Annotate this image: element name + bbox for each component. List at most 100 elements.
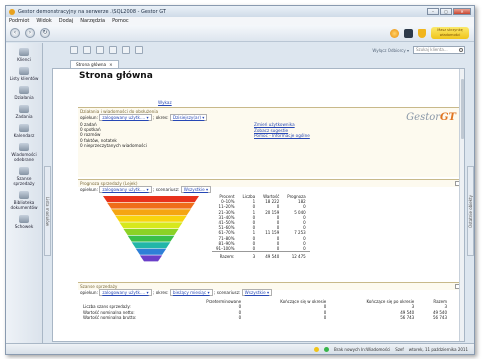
funnel-segment xyxy=(119,222,183,229)
modules-list-tab[interactable]: Lista modułów xyxy=(44,166,51,256)
maximize-button[interactable]: ▢ xyxy=(440,8,452,15)
help-link[interactable]: Pomoc - Informacje ogólne xyxy=(254,133,310,139)
recent-objects-tab[interactable]: Ostatnie obiekty xyxy=(467,166,474,256)
funnel-segment xyxy=(103,196,199,202)
delete-icon[interactable] xyxy=(96,46,104,54)
opiekun-label: opiekun: xyxy=(80,187,98,192)
sales-funnel-chart xyxy=(103,196,199,262)
scenariusz-label: ; scenariusz: xyxy=(153,187,180,192)
close-button[interactable]: ✕ xyxy=(453,8,471,15)
menu-widok[interactable]: Widok xyxy=(36,18,51,24)
menu-dodaj[interactable]: Dodaj xyxy=(59,18,74,24)
print-icon[interactable] xyxy=(109,46,117,54)
navigation-bar: ‹ › ↻ Masz skrzynkę wiadomości xyxy=(6,25,474,42)
actions-summary-list: 0 zadań 0 spotkań 0 rozmów 0 faktów, not… xyxy=(80,122,147,148)
shield-icon[interactable] xyxy=(418,28,426,38)
message-badge[interactable]: Masz skrzynkę wiadomości xyxy=(431,27,469,39)
table-cell: Razem: xyxy=(212,250,239,259)
actions-icon xyxy=(19,86,29,94)
tab-strona-glowna[interactable]: Strona główna × xyxy=(70,60,119,68)
settings-icon[interactable] xyxy=(135,46,143,54)
back-icon[interactable]: ‹ xyxy=(10,28,20,38)
forecast-panel: Prognoza sprzedaży (Lejek) opiekun: zalo… xyxy=(78,179,462,279)
funnel-segment xyxy=(111,209,191,216)
scrollbar-thumb[interactable] xyxy=(461,79,464,139)
sidebar-item-label: Zadania xyxy=(15,114,33,119)
scenariusz-dropdown[interactable]: Wszystkie ▾ xyxy=(241,289,273,296)
table-cell: 49 540 xyxy=(259,250,284,259)
sidebar-item-szanse[interactable]: Szanse sprzedaży xyxy=(6,167,42,186)
sidebar-item-label: Wiadomości odebrane xyxy=(11,152,37,162)
table-cell: 0 xyxy=(238,315,242,320)
attach-icon[interactable] xyxy=(122,46,130,54)
opiekun-dropdown[interactable]: zalogowany użytk.... ▾ xyxy=(99,114,152,121)
list-item[interactable]: 0 nieprzeczytanych wiadomości xyxy=(80,143,147,148)
sidebar-item-label: Działania xyxy=(14,95,34,100)
sidebar-item-klienci[interactable]: Klienci xyxy=(6,48,42,62)
sidebar-item-zadania[interactable]: Zadania xyxy=(6,105,42,119)
status-bar: Brak nowych In:Wiadomości Szef wtorek, 1… xyxy=(6,343,474,354)
sidebar-item-dzialania[interactable]: Działania xyxy=(6,86,42,100)
wykaz-link[interactable]: Wykaz xyxy=(158,100,172,105)
sidebar-item-label: Biblioteka dokumentów xyxy=(10,200,38,210)
sidebar-item-wiadomosci[interactable]: Wiadomości odebrane xyxy=(6,143,42,162)
edit-icon[interactable] xyxy=(83,46,91,54)
notification-icon[interactable] xyxy=(390,28,399,38)
okres-label: ; okres: xyxy=(153,115,169,120)
tab-strip: Strona główna × xyxy=(52,58,465,68)
calendar-icon xyxy=(19,124,29,132)
clients-icon xyxy=(19,48,29,56)
search-placeholder: Szukaj klienta... xyxy=(416,47,448,52)
sidebar-item-schowek[interactable]: Schowek xyxy=(6,215,42,229)
page-title: Strona główna xyxy=(79,71,153,81)
new-icon[interactable] xyxy=(70,46,78,54)
table-row: Wartość nominalna brutto: 0 0 56 743 56 743 xyxy=(80,315,450,320)
refresh-icon[interactable]: ↻ xyxy=(40,28,50,38)
funnel-segment xyxy=(135,248,167,255)
opiekun-label: opiekun: xyxy=(80,290,98,295)
inbox-icon xyxy=(19,143,29,151)
funnel-segment xyxy=(139,255,163,262)
scenariusz-dropdown[interactable]: Wszystkie ▾ xyxy=(180,186,212,193)
funnel-segment xyxy=(131,242,171,249)
quick-links: Zmień użytkownika Zobacz sugestie Pomoc … xyxy=(254,122,310,139)
menu-pomoc[interactable]: Pomoc xyxy=(112,18,129,24)
forward-icon[interactable]: › xyxy=(25,28,35,38)
table-cell: Wartość nominalna brutto: xyxy=(83,315,137,320)
sidebar-item-label: Schowek xyxy=(14,224,34,229)
main-content: Strona główna Wykaz Działania i wiadomoś… xyxy=(52,68,465,342)
tasks-icon xyxy=(19,105,29,113)
funnel-segment xyxy=(115,215,187,222)
menu-narzedzia[interactable]: Narzędzia xyxy=(80,18,105,24)
okres-dropdown[interactable]: Dzisiejszy(ar) ▾ xyxy=(169,114,208,121)
opiekun-dropdown[interactable]: zalogowany użytk.... ▾ xyxy=(99,289,152,296)
table-cell: 56 743 xyxy=(400,315,415,320)
table-cell: 12 475 xyxy=(283,250,310,259)
table-total-row: Razem: 3 49 540 12 475 xyxy=(212,250,310,259)
gift-icon[interactable] xyxy=(404,28,413,38)
table-cell: 0 xyxy=(323,315,327,320)
search-icon[interactable] xyxy=(459,48,463,52)
tab-close-icon[interactable]: × xyxy=(109,62,113,67)
opiekun-dropdown[interactable]: zalogowany użytk.... ▾ xyxy=(99,186,152,193)
minimize-button[interactable]: – xyxy=(427,8,439,15)
funnel-segment xyxy=(107,202,195,209)
clipboard-icon xyxy=(19,215,29,223)
sidebar-item-label: Listy klientów xyxy=(9,76,39,81)
table-cell: 56 743 xyxy=(433,315,447,320)
sidebar-item-kalendarz[interactable]: Kalendarz xyxy=(6,124,42,138)
funnel-segment xyxy=(127,235,175,242)
menu-podmiot[interactable]: Podmiot xyxy=(9,18,29,24)
sidebar-item-biblioteka[interactable]: Biblioteka dokumentów xyxy=(6,191,42,210)
gestor-logo: GestorGT xyxy=(406,112,456,123)
app-window: Gestor demonstracyjny na serwerze .\SQL2… xyxy=(5,5,475,355)
okres-dropdown[interactable]: bieżący miesiąc ▾ xyxy=(169,289,213,296)
status-message: Brak nowych In:Wiadomości xyxy=(334,346,391,352)
opportunities-table: Przeterminowane Kończące się w okresie K… xyxy=(80,298,450,321)
okres-label: ; okres: xyxy=(153,290,169,295)
filter-selector[interactable]: Wyłącz Odbiorcy ▾ xyxy=(372,48,409,53)
sidebar-item-listy-klientow[interactable]: Listy klientów xyxy=(6,67,42,81)
vertical-scrollbar[interactable] xyxy=(459,69,464,341)
app-icon xyxy=(9,8,15,15)
search-input[interactable]: Szukaj klienta... xyxy=(413,46,465,54)
